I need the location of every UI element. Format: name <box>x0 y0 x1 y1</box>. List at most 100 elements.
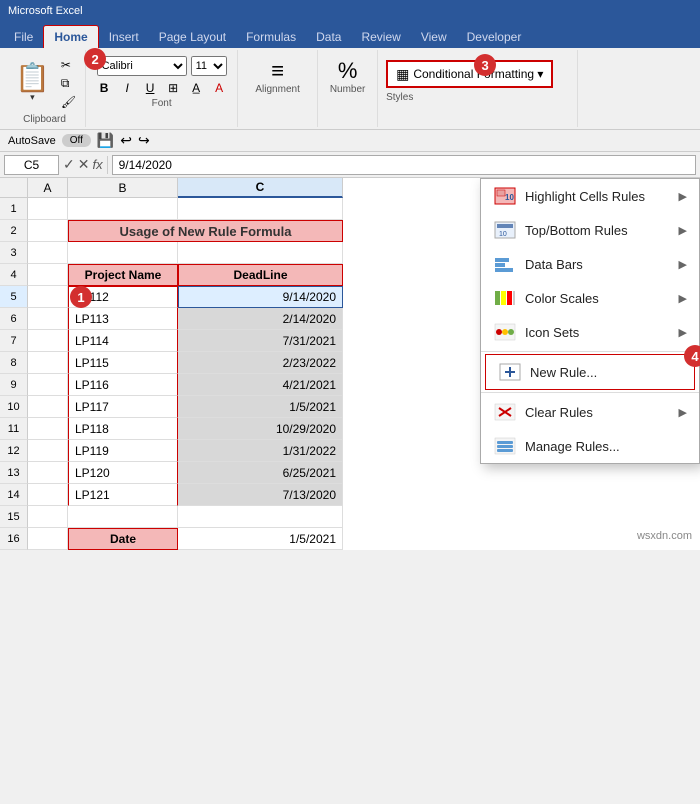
cell-a6[interactable] <box>28 308 68 330</box>
bold-button[interactable]: B <box>94 78 114 98</box>
formula-input[interactable] <box>112 155 696 175</box>
cell-c14[interactable]: 7/13/2020 <box>178 484 343 506</box>
cell-a9[interactable] <box>28 374 68 396</box>
top-bottom-icon: 10 <box>493 220 517 240</box>
cell-a3[interactable] <box>28 242 68 264</box>
cell-a11[interactable] <box>28 418 68 440</box>
cell-reference[interactable] <box>4 155 59 175</box>
cell-a4[interactable] <box>28 264 68 286</box>
top-bottom-arrow: ▶ <box>679 224 687 237</box>
italic-button[interactable]: I <box>117 78 137 98</box>
cell-a12[interactable] <box>28 440 68 462</box>
col-header-a[interactable]: A <box>28 178 68 198</box>
row-num-11: 11 <box>0 418 28 440</box>
number-group: % Number <box>318 50 378 127</box>
tab-formulas[interactable]: Formulas <box>236 26 306 48</box>
cell-b8[interactable]: LP115 <box>68 352 178 374</box>
cell-b10[interactable]: LP117 <box>68 396 178 418</box>
cell-b16-date[interactable]: Date <box>68 528 178 550</box>
tab-page-layout[interactable]: Page Layout <box>149 26 236 48</box>
cell-c11[interactable]: 10/29/2020 <box>178 418 343 440</box>
cell-b7[interactable]: LP114 <box>68 330 178 352</box>
cell-a16[interactable] <box>28 528 68 550</box>
menu-item-top-bottom[interactable]: 10 Top/Bottom Rules ▶ <box>481 213 699 247</box>
paste-button[interactable]: 📋 ▾ <box>10 61 55 106</box>
cell-b9[interactable]: LP116 <box>68 374 178 396</box>
cut-button[interactable]: ✂ <box>58 57 79 73</box>
row-num-2: 2 <box>0 220 28 242</box>
cell-b12[interactable]: LP119 <box>68 440 178 462</box>
cell-c1[interactable] <box>178 198 343 220</box>
cell-a5[interactable] <box>28 286 68 308</box>
conditional-formatting-menu: 10 Highlight Cells Rules ▶ 10 Top/Bottom… <box>480 178 700 464</box>
cell-c9[interactable]: 4/21/2021 <box>178 374 343 396</box>
cell-a1[interactable] <box>28 198 68 220</box>
fill-color-button[interactable]: A̲ <box>186 78 206 98</box>
cell-b4-header[interactable]: Project Name <box>68 264 178 286</box>
highlight-cells-icon: 10 <box>493 186 517 206</box>
col-header-b[interactable]: B <box>68 178 178 198</box>
menu-item-new-rule[interactable]: 4 New Rule... <box>485 354 695 390</box>
tab-data[interactable]: Data <box>306 26 351 48</box>
badge-3: 3 <box>474 54 496 76</box>
col-header-c[interactable]: C <box>178 178 343 198</box>
cell-c15[interactable] <box>178 506 343 528</box>
menu-item-icon-sets[interactable]: Icon Sets ▶ <box>481 315 699 349</box>
tab-home[interactable]: Home <box>43 25 98 48</box>
cell-a15[interactable] <box>28 506 68 528</box>
cell-b3[interactable] <box>68 242 178 264</box>
clear-rules-icon <box>493 402 517 422</box>
check-icon[interactable]: ✓ <box>63 156 75 173</box>
copy-button[interactable]: ⧉ <box>58 75 79 92</box>
font-size-select[interactable]: 11 <box>191 56 227 76</box>
svg-text:10: 10 <box>505 193 514 202</box>
cell-c16[interactable]: 1/5/2021 <box>178 528 343 550</box>
redo-icon[interactable]: ↪ <box>138 132 150 149</box>
menu-item-color-scales[interactable]: Color Scales ▶ <box>481 281 699 315</box>
color-scales-arrow: ▶ <box>679 292 687 305</box>
cell-b11[interactable]: LP118 <box>68 418 178 440</box>
border-button[interactable]: ⊞ <box>163 78 183 98</box>
cell-a8[interactable] <box>28 352 68 374</box>
cell-c8[interactable]: 2/23/2022 <box>178 352 343 374</box>
undo-icon[interactable]: ↩ <box>120 132 132 149</box>
format-painter-button[interactable]: 🖌 <box>58 94 79 110</box>
cell-b13[interactable]: LP120 <box>68 462 178 484</box>
tab-file[interactable]: File <box>4 26 43 48</box>
icon-sets-label: Icon Sets <box>525 325 671 340</box>
cell-a13[interactable] <box>28 462 68 484</box>
cell-a14[interactable] <box>28 484 68 506</box>
tab-insert[interactable]: Insert <box>99 26 149 48</box>
cell-c10[interactable]: 1/5/2021 <box>178 396 343 418</box>
tab-view[interactable]: View <box>411 26 457 48</box>
menu-item-highlight-cells[interactable]: 10 Highlight Cells Rules ▶ <box>481 179 699 213</box>
cell-c6[interactable]: 2/14/2020 <box>178 308 343 330</box>
menu-item-data-bars[interactable]: Data Bars ▶ <box>481 247 699 281</box>
conditional-formatting-button[interactable]: ▦ Conditional Formatting ▾ <box>386 60 553 88</box>
underline-button[interactable]: U <box>140 78 160 98</box>
cell-b1[interactable] <box>68 198 178 220</box>
menu-item-manage-rules[interactable]: Manage Rules... <box>481 429 699 463</box>
menu-item-clear-rules[interactable]: Clear Rules ▶ <box>481 395 699 429</box>
cell-c13[interactable]: 6/25/2021 <box>178 462 343 484</box>
cell-c3[interactable] <box>178 242 343 264</box>
cell-a7[interactable] <box>28 330 68 352</box>
cell-b14[interactable]: LP121 <box>68 484 178 506</box>
tab-developer[interactable]: Developer <box>457 26 532 48</box>
cell-b15[interactable] <box>68 506 178 528</box>
cell-c5[interactable]: 9/14/2020 <box>178 286 343 308</box>
cell-c7[interactable]: 7/31/2021 <box>178 330 343 352</box>
cancel-formula-icon[interactable]: ✕ <box>78 156 90 173</box>
autosave-toggle[interactable]: Off <box>62 134 91 147</box>
cell-c12[interactable]: 1/31/2022 <box>178 440 343 462</box>
cell-a2[interactable] <box>28 220 68 242</box>
tab-review[interactable]: Review <box>351 26 410 48</box>
cell-c4-header[interactable]: DeadLine <box>178 264 343 286</box>
icon-sets-arrow: ▶ <box>679 326 687 339</box>
font-color-button[interactable]: A <box>209 78 229 98</box>
save-icon[interactable]: 💾 <box>97 132 114 149</box>
cell-b2-title[interactable]: Usage of New Rule Formula <box>68 220 343 242</box>
cell-a10[interactable] <box>28 396 68 418</box>
cell-b6[interactable]: LP113 <box>68 308 178 330</box>
font-name-select[interactable]: Calibri <box>97 56 187 76</box>
